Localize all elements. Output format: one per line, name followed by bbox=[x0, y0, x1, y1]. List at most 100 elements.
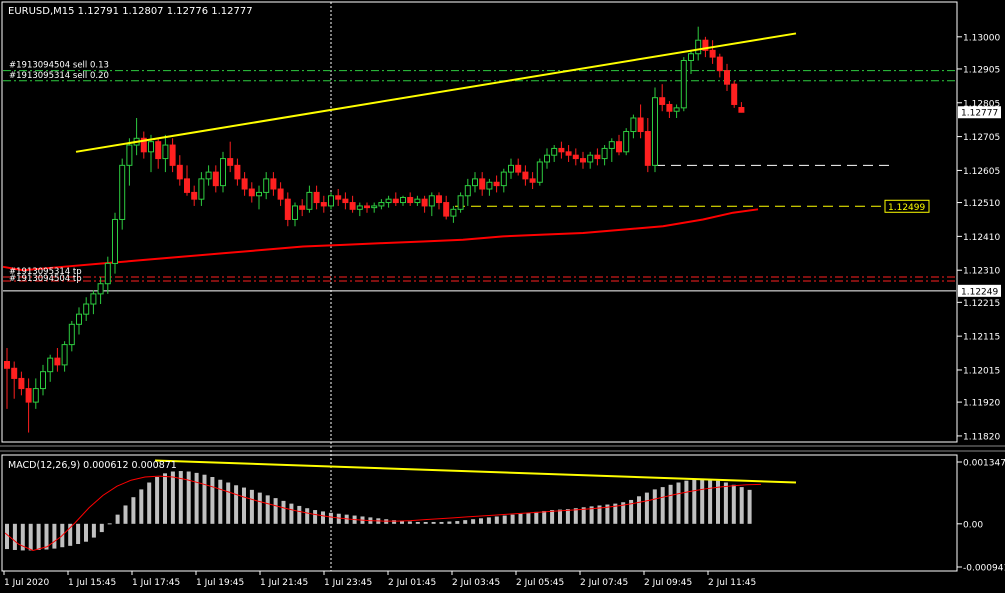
candle-body bbox=[500, 171, 507, 187]
candle-body bbox=[623, 131, 630, 153]
candle-body bbox=[709, 49, 716, 58]
time-tick-label: 1 Jul 19:45 bbox=[196, 578, 244, 588]
time-tick-label: 2 Jul 11:45 bbox=[708, 578, 756, 588]
candle-body bbox=[385, 198, 392, 204]
time-tick-label: 1 Jul 21:45 bbox=[260, 578, 308, 588]
macd-bar bbox=[226, 482, 231, 524]
candle-body bbox=[176, 164, 183, 180]
time-tick-label: 2 Jul 07:45 bbox=[580, 578, 628, 588]
macd-bar bbox=[5, 523, 9, 550]
candle-body bbox=[234, 164, 241, 180]
candle-body bbox=[536, 161, 543, 183]
macd-tick-label: 0.00 bbox=[963, 520, 983, 530]
macd-bar bbox=[463, 520, 468, 524]
candle-body bbox=[47, 357, 54, 373]
macd-tick-label: -0.000941 bbox=[963, 564, 1005, 574]
macd-bar bbox=[708, 479, 713, 524]
macd-bar bbox=[479, 518, 483, 524]
macd-bar bbox=[407, 521, 412, 524]
candle-body bbox=[450, 208, 457, 217]
macd-bar bbox=[249, 489, 254, 524]
macd-bar bbox=[107, 523, 112, 525]
candle-body bbox=[212, 171, 219, 187]
candle-body bbox=[313, 191, 320, 204]
candle-body bbox=[637, 117, 644, 133]
candle-body bbox=[162, 144, 169, 160]
candle-body bbox=[479, 178, 486, 190]
macd-bar bbox=[431, 521, 436, 524]
candle-body bbox=[241, 178, 248, 190]
candle-body bbox=[688, 53, 694, 61]
price-tick-label: 1.12605 bbox=[963, 167, 1000, 177]
candle-body bbox=[558, 147, 565, 153]
candle-body bbox=[256, 191, 262, 197]
macd-bar bbox=[565, 509, 570, 524]
candle-body bbox=[443, 202, 450, 217]
candle-body bbox=[248, 188, 255, 197]
candle-body bbox=[112, 218, 118, 264]
candle-body bbox=[292, 205, 298, 220]
candle-body bbox=[32, 388, 39, 403]
macd-bar bbox=[518, 513, 523, 524]
candle-body bbox=[457, 195, 464, 210]
candle-body bbox=[104, 262, 111, 285]
candle-body bbox=[472, 178, 478, 187]
price-tick-label: 1.12015 bbox=[963, 366, 1000, 376]
candle bbox=[536, 158, 543, 186]
price-tick-label: 1.12310 bbox=[963, 267, 1000, 277]
candle-body bbox=[76, 313, 82, 325]
candle-body bbox=[306, 191, 313, 210]
candle-body bbox=[392, 198, 399, 204]
macd-bar bbox=[91, 523, 96, 538]
macd-bar bbox=[305, 508, 310, 524]
macd-bar bbox=[400, 521, 404, 524]
price-badge-label: 1.12777 bbox=[961, 109, 998, 119]
macd-bar bbox=[534, 511, 539, 524]
chart-canvas[interactable]: 1.130001.129051.128051.127051.126051.125… bbox=[0, 0, 1005, 593]
time-tick-label: 2 Jul 01:45 bbox=[388, 578, 436, 588]
candle-body bbox=[184, 178, 190, 193]
macd-bar bbox=[210, 477, 215, 524]
macd-bar bbox=[637, 496, 641, 524]
candle-body bbox=[126, 144, 133, 166]
price-tick-label: 1.12510 bbox=[963, 199, 1000, 209]
macd-bar bbox=[257, 492, 262, 524]
candle-body bbox=[436, 195, 442, 204]
candle-body bbox=[220, 158, 226, 187]
candle-body bbox=[724, 70, 730, 85]
macd-bar bbox=[115, 514, 120, 524]
macd-bar bbox=[99, 523, 104, 533]
macd-bar bbox=[739, 487, 744, 524]
candle-body bbox=[680, 59, 687, 109]
macd-bar bbox=[723, 482, 728, 524]
macd-bar bbox=[218, 479, 223, 524]
candle-body bbox=[594, 154, 601, 160]
macd-bar bbox=[336, 513, 341, 524]
macd-bar bbox=[676, 482, 681, 524]
macd-bar bbox=[692, 479, 697, 524]
candle-body bbox=[731, 83, 738, 105]
macd-bar bbox=[289, 503, 294, 524]
candle-body bbox=[198, 178, 205, 200]
macd-bar bbox=[573, 508, 578, 524]
candle-body bbox=[191, 191, 198, 200]
candle-body bbox=[299, 205, 306, 210]
candle-body bbox=[227, 158, 234, 166]
macd-bar bbox=[668, 484, 673, 524]
candle-body bbox=[11, 367, 18, 379]
price-tick-label: 1.13000 bbox=[963, 33, 1000, 43]
candle-body bbox=[464, 185, 471, 197]
candle-body bbox=[400, 196, 406, 204]
candle-body bbox=[616, 141, 622, 153]
candle-body bbox=[97, 283, 104, 295]
candle-body bbox=[18, 377, 25, 390]
level-badge-label: 1.12499 bbox=[888, 203, 925, 213]
candle-body bbox=[421, 198, 428, 207]
candle-body bbox=[428, 195, 435, 207]
candle-body bbox=[695, 39, 702, 55]
time-tick-label: 2 Jul 03:45 bbox=[452, 578, 500, 588]
macd-bar bbox=[439, 521, 444, 524]
price-tick-label: 1.12705 bbox=[963, 133, 1000, 143]
candle-body bbox=[284, 198, 291, 220]
price-tick-label: 1.12410 bbox=[963, 233, 1000, 243]
